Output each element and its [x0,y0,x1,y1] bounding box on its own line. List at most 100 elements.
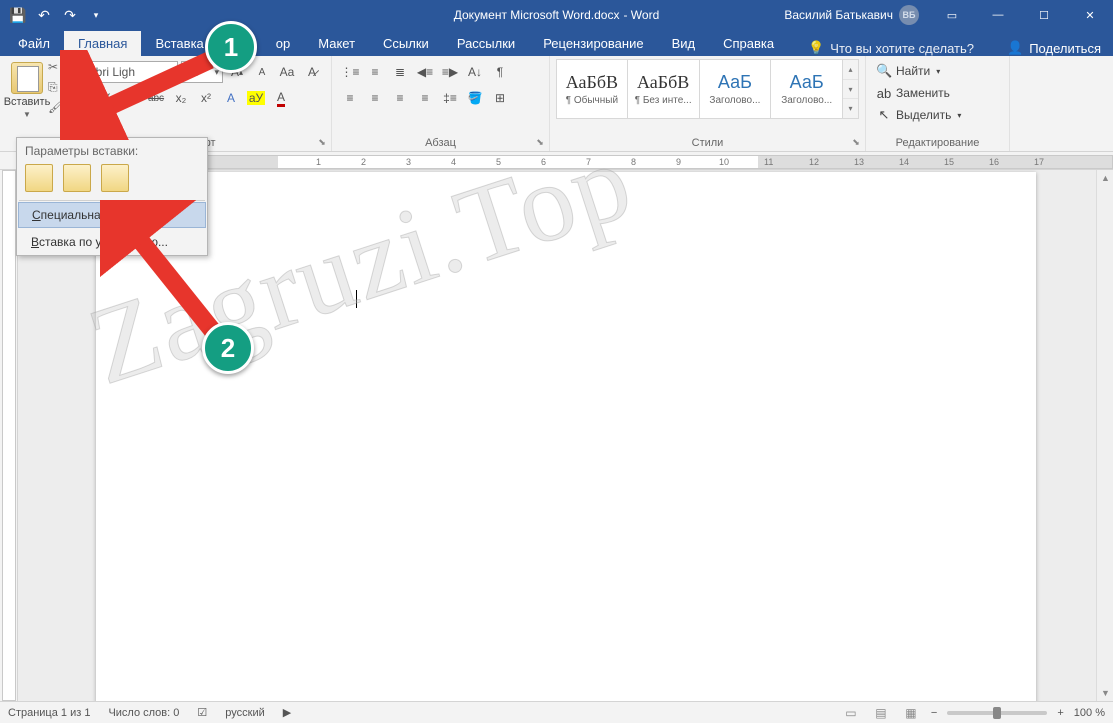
quick-access-toolbar: 💾 ↶ ↷ ▾ [0,3,108,27]
tab-layout[interactable]: Макет [304,31,369,56]
user-account[interactable]: Василий Батькавич ВБ [784,5,919,25]
chevron-down-icon[interactable]: ▼ [23,110,31,119]
macro-icon[interactable]: ▶ [283,706,291,719]
numbering-icon[interactable]: ≡ [363,61,387,83]
tab-review[interactable]: Рецензирование [529,31,657,56]
tell-me-search[interactable]: 💡 Что вы хотите сделать? [808,40,974,56]
view-web-icon[interactable]: ▦ [901,705,921,721]
styles-group-label: Стили [550,137,865,149]
show-marks-icon[interactable]: ¶ [488,61,512,83]
status-words[interactable]: Число слов: 0 [108,707,179,719]
redo-icon[interactable]: ↷ [58,3,82,27]
tab-hidden2[interactable]: ор [272,31,304,56]
window-title: Документ Microsoft Word.docx - Word [454,8,660,22]
lightbulb-icon: 💡 [808,40,824,56]
tab-mailings[interactable]: Рассылки [443,31,529,56]
gallery-scroll[interactable]: ▴ ▾ ▾ [843,59,859,119]
titlebar: 💾 ↶ ↷ ▾ Документ Microsoft Word.docx - W… [0,0,1113,30]
zoom-out-button[interactable]: − [931,707,937,719]
paste-label: Вставить [4,96,51,108]
borders-icon[interactable]: ⊞ [488,87,512,109]
chevron-down-icon: ▾ [957,111,961,120]
paragraph-dialog-launcher-icon[interactable]: ⬊ [534,136,546,148]
text-cursor [356,290,357,308]
style-heading2[interactable]: АаБ Заголово... [771,59,843,119]
shading-icon[interactable]: 🪣 [463,87,487,109]
style-heading1[interactable]: АаБ Заголово... [700,59,772,119]
style-no-spacing[interactable]: АаБбВ ¶ Без инте... [628,59,700,119]
minimize-icon[interactable]: — [975,0,1021,30]
select-button[interactable]: ↖ Выделить ▾ [872,104,1003,126]
justify-icon[interactable]: ≡ [413,87,437,109]
ribbon-options-icon[interactable]: ▭ [929,0,975,30]
bullets-icon[interactable]: ⋮≡ [338,61,362,83]
style-normal[interactable]: АаБбВ ¶ Обычный [556,59,628,119]
avatar: ВБ [899,5,919,25]
increase-indent-icon[interactable]: ≡▶ [438,61,462,83]
change-case-button[interactable]: Aa [276,61,298,83]
clear-formatting-icon[interactable]: A̷ [301,61,323,83]
gallery-expand-icon[interactable]: ▾ [843,99,858,118]
font-dialog-launcher-icon[interactable]: ⬊ [316,136,328,148]
close-icon[interactable]: ✕ [1067,0,1113,30]
align-right-icon[interactable]: ≡ [388,87,412,109]
editing-group-label: Редактирование [866,137,1009,149]
styles-gallery: АаБбВ ¶ Обычный АаБбВ ¶ Без инте... АаБ … [556,59,859,119]
zoom-slider[interactable] [947,711,1047,715]
zoom-in-button[interactable]: + [1057,707,1063,719]
share-icon: 👤 [1007,40,1023,56]
paste-keep-source-icon[interactable] [25,164,53,192]
shrink-font-button[interactable]: A [251,61,273,83]
tab-help[interactable]: Справка [709,31,788,56]
zoom-level[interactable]: 100 % [1074,707,1105,719]
sort-icon[interactable]: A↓ [463,61,487,83]
search-icon: 🔍 [876,63,892,79]
group-paragraph: ⋮≡ ≡ ≣ ◀≡ ≡▶ A↓ ¶ ≡ ≡ ≡ ≡ ‡≡ 🪣 ⊞ Абзац ⬊ [332,56,550,151]
replace-icon: ab [876,86,892,101]
callout-1: 1 [205,21,257,73]
paste-merge-icon[interactable] [63,164,91,192]
chevron-up-icon[interactable]: ▴ [843,60,858,80]
align-left-icon[interactable]: ≡ [338,87,362,109]
chevron-down-icon: ▾ [936,67,940,76]
replace-button[interactable]: ab Заменить [872,82,1003,104]
group-styles: АаБбВ ¶ Обычный АаБбВ ¶ Без инте... АаБ … [550,56,866,151]
paste-text-only-icon[interactable] [101,164,129,192]
multilevel-icon[interactable]: ≣ [388,61,412,83]
styles-dialog-launcher-icon[interactable]: ⬊ [850,136,862,148]
view-read-icon[interactable]: ▭ [841,705,861,721]
decrease-indent-icon[interactable]: ◀≡ [413,61,437,83]
app-name: - Word [623,8,659,22]
maximize-icon[interactable]: ☐ [1021,0,1067,30]
user-name: Василий Батькавич [784,8,893,22]
highlight-button[interactable]: aУ [245,87,267,109]
undo-icon[interactable]: ↶ [32,3,56,27]
scrollbar-vertical[interactable] [1096,170,1113,701]
spellcheck-icon[interactable]: ☑ [197,706,207,719]
line-spacing-icon[interactable]: ‡≡ [438,87,462,109]
group-editing: 🔍 Найти ▾ ab Заменить ↖ Выделить ▾ Редак… [866,56,1010,151]
tab-file[interactable]: Файл [4,31,64,56]
share-button[interactable]: 👤 Поделиться [1007,40,1101,56]
share-label: Поделиться [1029,41,1101,56]
status-language[interactable]: русский [225,707,264,719]
qat-customize-icon[interactable]: ▾ [84,3,108,27]
paste-options-title: Параметры вставки: [17,138,207,162]
view-print-icon[interactable]: ▤ [871,705,891,721]
font-color-button[interactable]: A [270,87,292,109]
clipboard-icon [11,62,43,94]
text-effects-button[interactable]: A [220,87,242,109]
doc-title: Документ Microsoft Word.docx [454,8,620,22]
save-icon[interactable]: 💾 [6,3,30,27]
tab-references[interactable]: Ссылки [369,31,443,56]
paragraph-group-label: Абзац [332,137,549,149]
tab-view[interactable]: Вид [658,31,710,56]
find-button[interactable]: 🔍 Найти ▾ [872,60,1003,82]
chevron-down-icon[interactable]: ▾ [843,80,858,100]
callout-2: 2 [202,322,254,374]
arrow-1 [60,50,220,140]
paste-button[interactable]: Вставить ▼ [6,58,48,124]
align-center-icon[interactable]: ≡ [363,87,387,109]
statusbar: Страница 1 из 1 Число слов: 0 ☑ русский … [0,701,1113,723]
status-page[interactable]: Страница 1 из 1 [8,707,90,719]
